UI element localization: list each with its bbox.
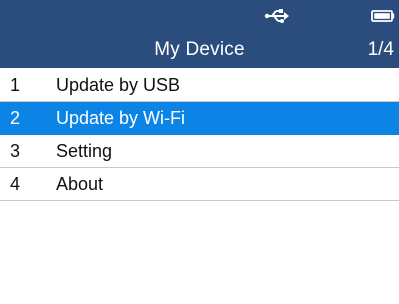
battery-icon	[371, 10, 395, 22]
menu-item-number: 4	[10, 174, 21, 194]
status-bar	[0, 0, 399, 32]
menu-item-number: 2	[10, 108, 21, 128]
title-bar: My Device 1/4	[0, 32, 399, 68]
device-menu: 1 Update by USB 2 Update by Wi-Fi 3 Sett…	[0, 69, 399, 201]
menu-item-label: Setting	[56, 141, 113, 161]
menu-item-update-by-wifi[interactable]: 2 Update by Wi-Fi	[0, 102, 399, 135]
empty-menu-area	[0, 201, 399, 304]
menu-item-label: Update by USB	[56, 75, 181, 95]
menu-item-number: 3	[10, 141, 21, 161]
usb-icon	[264, 9, 289, 23]
menu-item-label: About	[56, 174, 104, 194]
menu-item-update-by-usb[interactable]: 1 Update by USB	[0, 69, 399, 102]
page-indicator: 1/4	[367, 39, 394, 60]
menu-item-number: 1	[10, 75, 21, 95]
page-title: My Device	[154, 39, 245, 60]
menu-item-label: Update by Wi-Fi	[56, 108, 186, 128]
menu-item-about[interactable]: 4 About	[0, 168, 399, 201]
menu-item-setting[interactable]: 3 Setting	[0, 135, 399, 168]
device-screen: My Device 1/4 1 Update by USB 2 Update b…	[0, 0, 399, 304]
